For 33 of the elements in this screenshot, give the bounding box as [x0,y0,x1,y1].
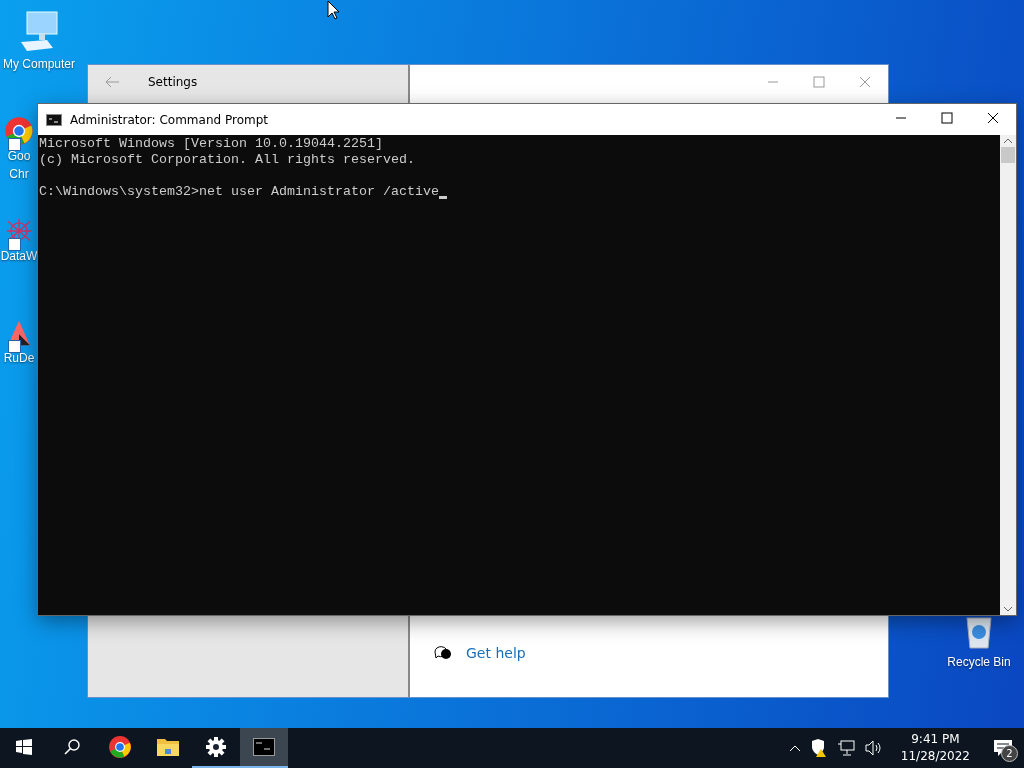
folder-icon[interactable] [156,736,180,758]
notification-count: 2 [1001,745,1018,762]
windows-start-icon[interactable] [16,739,32,755]
icon-label: RuDe [3,350,35,366]
console-output-line: Microsoft Windows [Version 10.0.19044.2251] [39,136,383,152]
console-output-line: (c) Microsoft Corporation. All rights reserved. [39,152,415,168]
command-line[interactable]: C:\Windows\system32>net user Administrator /active [39,184,439,200]
chrome-icon[interactable] [108,735,132,759]
icon-label: DataW [0,248,38,264]
icon-label: Recycle Bin [947,654,1011,670]
window-title: Settings [148,74,198,89]
taskbar-button[interactable] [240,728,288,768]
icon-label: Chr [9,166,29,182]
scroll-thumb[interactable] [1001,147,1015,163]
window-title: Administrator: Command Prompt [70,112,269,127]
get-help-link[interactable]: Get help [466,645,526,661]
shield-warning-icon[interactable] [810,739,827,757]
console-icon[interactable] [253,738,275,756]
network-icon[interactable] [836,740,855,756]
search-icon[interactable] [64,739,80,755]
gear-icon[interactable] [206,737,226,757]
clock[interactable]: 9:41 PM 11/28/2022 [900,731,970,765]
help-chat-icon [434,645,452,661]
scroll-down-icon[interactable] [1003,605,1013,613]
icon-label: Goo [7,148,31,164]
speaker-icon[interactable] [864,740,883,756]
text-cursor [438,196,447,199]
console-icon [46,113,62,126]
icon-label: My Computer [3,56,75,72]
scroll-up-icon[interactable] [1003,137,1013,145]
chevron-up-icon[interactable] [788,744,801,752]
mouse-pointer-icon [327,0,340,20]
scrollbar[interactable] [1000,135,1016,615]
